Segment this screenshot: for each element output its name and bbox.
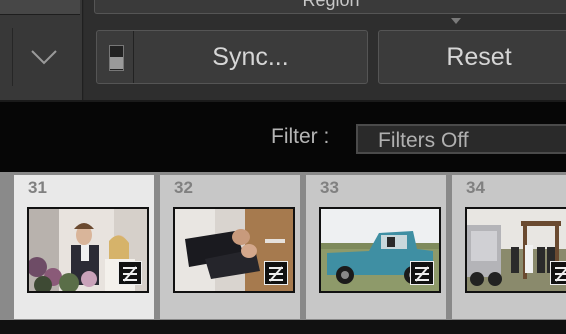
filmstrip-filter-bar: Filter : Filters Off	[0, 100, 566, 172]
develop-adjustment-badge-icon	[118, 261, 142, 285]
sync-button[interactable]: Sync...	[134, 31, 367, 83]
left-panel-header	[0, 0, 80, 15]
toggle-switch-icon[interactable]	[97, 31, 134, 83]
cell-index-number: 34	[466, 178, 485, 197]
cell-index-number: 32	[174, 178, 193, 197]
triangle-small-down-icon[interactable]	[451, 18, 461, 26]
filmstrip-bottom-bar	[0, 320, 566, 334]
sync-button-group: Sync...	[96, 30, 368, 84]
develop-adjustment-badge-icon	[410, 261, 434, 285]
left-panel-divider	[12, 28, 13, 86]
left-panel-column	[0, 0, 83, 100]
develop-adjustment-badge-icon	[550, 261, 566, 285]
reset-button[interactable]: Reset	[378, 30, 566, 84]
switch-knob	[110, 57, 123, 69]
filmstrip-left-edge	[0, 172, 14, 320]
cell-index-number: 31	[28, 178, 47, 197]
filter-label: Filter :	[271, 125, 330, 148]
filter-dropdown[interactable]: Filters Off	[356, 124, 566, 154]
cell-index-number: 33	[320, 178, 339, 197]
right-panel: Region Sync... Reset	[84, 0, 566, 100]
filmstrip-cell[interactable]: 33	[306, 175, 446, 319]
develop-adjustment-badge-icon	[264, 261, 288, 285]
develop-panel-area: Region Sync... Reset	[0, 0, 566, 100]
filmstrip-cell[interactable]: 31	[14, 175, 154, 319]
filmstrip-cell[interactable]: 32	[160, 175, 300, 319]
triangle-down-icon[interactable]	[18, 40, 70, 74]
filmstrip-cell[interactable]: 34	[452, 175, 566, 319]
region-section-header[interactable]: Region	[94, 0, 566, 14]
filmstrip: 31 32 33 34	[0, 172, 566, 320]
